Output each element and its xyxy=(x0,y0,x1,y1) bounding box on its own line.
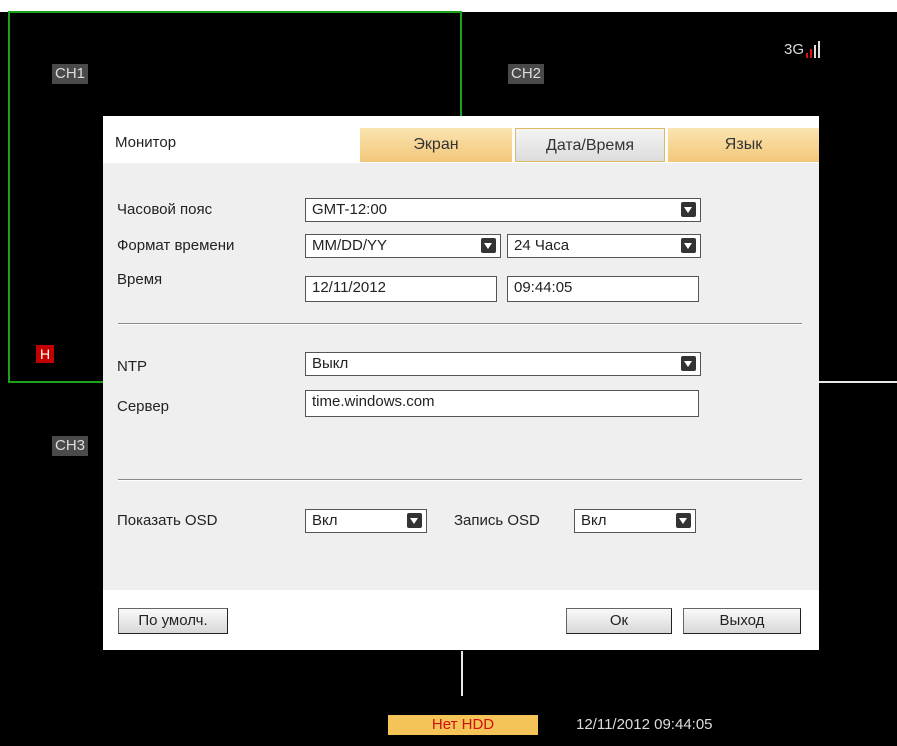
chevron-down-icon[interactable] xyxy=(681,202,696,217)
dialog-title: Монитор xyxy=(115,134,177,151)
show-osd-label: Показать OSD xyxy=(117,512,218,529)
camera-divider-horizontal xyxy=(819,381,897,383)
tab-language[interactable]: Язык xyxy=(668,128,819,162)
date-input-value: 12/11/2012 xyxy=(312,279,386,296)
clock-input-value: 09:44:05 xyxy=(514,279,573,296)
timezone-value: GMT-12:00 xyxy=(312,201,388,218)
camera-divider-vertical xyxy=(461,651,463,696)
chevron-down-icon[interactable] xyxy=(481,238,496,253)
timezone-select[interactable]: GMT-12:00 xyxy=(305,198,701,222)
signal-indicator: 3G xyxy=(784,36,821,58)
chevron-down-icon[interactable] xyxy=(407,513,422,528)
server-input[interactable]: time.windows.com xyxy=(305,390,699,417)
signal-bar-icon xyxy=(818,41,821,58)
camera-label-ch2: CH2 xyxy=(508,64,545,84)
settings-dialog: Монитор Экран Дата/Время Язык Часовой по… xyxy=(103,116,819,650)
ntp-label: NTP xyxy=(117,358,147,375)
chevron-down-icon[interactable] xyxy=(681,356,696,371)
record-osd-value: Вкл xyxy=(581,512,607,529)
exit-button[interactable]: Выход xyxy=(683,608,801,634)
ntp-select[interactable]: Выкл xyxy=(305,352,701,376)
show-osd-value: Вкл xyxy=(312,512,338,529)
date-format-select[interactable]: MM/DD/YY xyxy=(305,234,501,258)
camera-label-ch3: CH3 xyxy=(52,436,89,456)
time-label: Время xyxy=(117,271,163,288)
timezone-label: Часовой пояс xyxy=(117,201,213,218)
record-osd-label: Запись OSD xyxy=(454,512,540,529)
section-divider xyxy=(118,323,802,324)
signal-bar-icon xyxy=(814,45,817,58)
dialog-header: Монитор Экран Дата/Время Язык xyxy=(103,116,819,163)
time-format-label: Формат времени xyxy=(117,237,235,254)
default-button[interactable]: По умолч. xyxy=(118,608,228,634)
signal-bar-icon xyxy=(806,53,809,58)
server-label: Сервер xyxy=(117,398,170,415)
hour-format-value: 24 Часа xyxy=(514,237,570,254)
section-divider xyxy=(118,479,802,480)
signal-label: 3G xyxy=(784,41,805,58)
camera-label-ch1: CH1 xyxy=(52,64,89,84)
server-input-value: time.windows.com xyxy=(312,393,435,410)
ntp-value: Выкл xyxy=(312,355,349,372)
chevron-down-icon[interactable] xyxy=(681,238,696,253)
hdd-status-badge: Нет HDD xyxy=(388,715,538,735)
date-format-value: MM/DD/YY xyxy=(312,237,387,254)
chevron-down-icon[interactable] xyxy=(676,513,691,528)
tab-date-time[interactable]: Дата/Время xyxy=(515,128,665,162)
dialog-footer: По умолч. Ок Выход xyxy=(103,590,819,650)
signal-bar-icon xyxy=(810,49,813,58)
ok-button[interactable]: Ок xyxy=(566,608,672,634)
tab-screen[interactable]: Экран xyxy=(360,128,512,162)
hour-format-select[interactable]: 24 Часа xyxy=(507,234,701,258)
record-badge: H xyxy=(36,345,55,363)
status-datetime: 12/11/2012 09:44:05 xyxy=(576,716,713,733)
clock-input[interactable]: 09:44:05 xyxy=(507,276,699,302)
date-input[interactable]: 12/11/2012 xyxy=(305,276,497,302)
